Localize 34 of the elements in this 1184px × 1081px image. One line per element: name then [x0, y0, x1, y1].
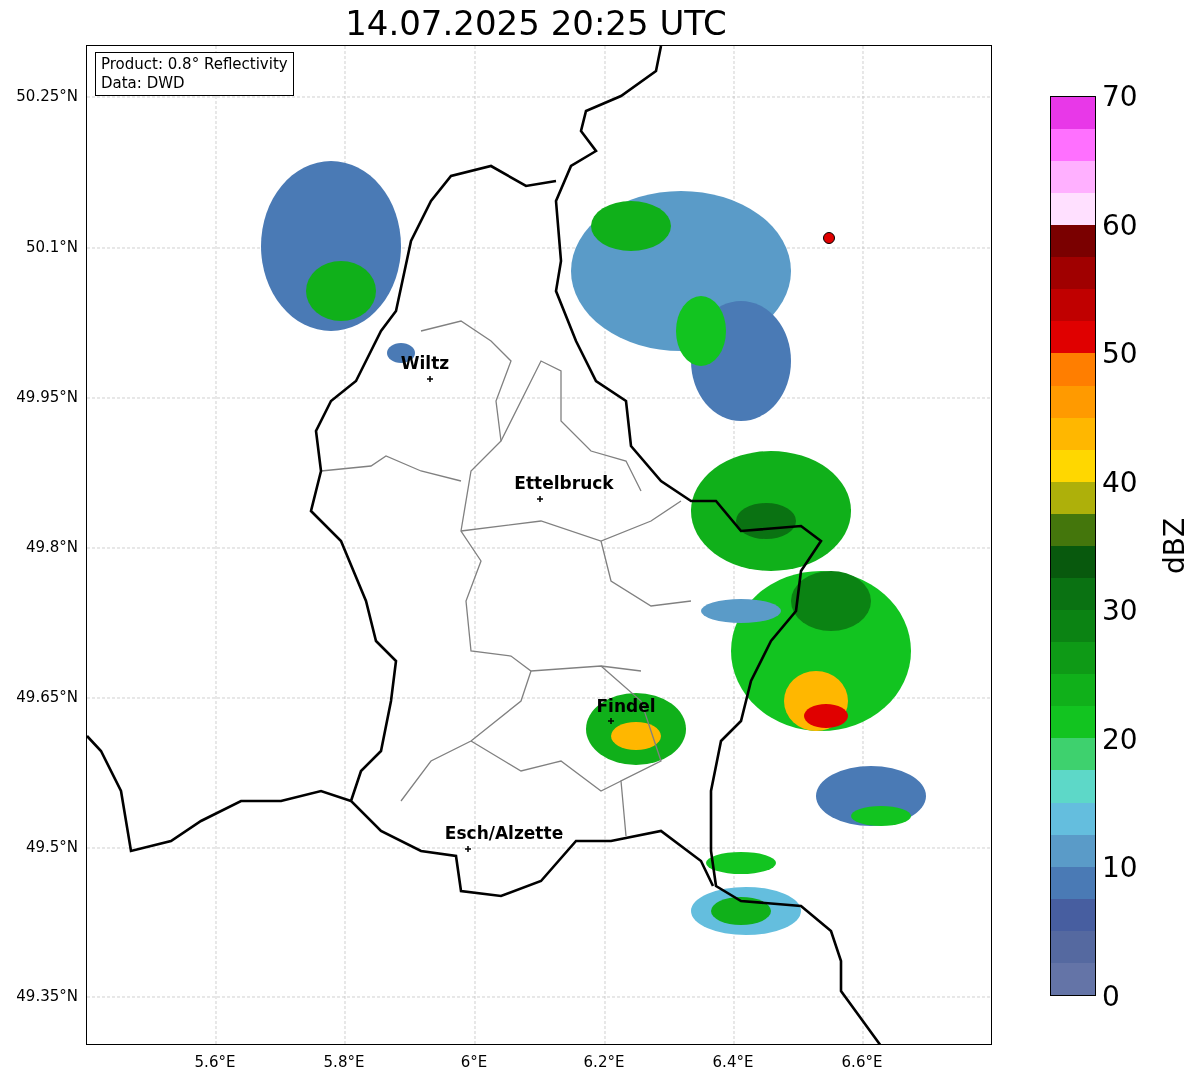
latitude-tick-label: 49.65°N — [16, 688, 78, 706]
longitude-tick-label: 5.8°E — [323, 1053, 365, 1071]
city-marker-icon — [426, 375, 434, 383]
longitude-tick-label: 6.2°E — [583, 1053, 625, 1071]
city-marker-icon — [607, 717, 615, 725]
color-scale-tick-label: 0 — [1102, 979, 1120, 1013]
city-marker-icon — [536, 495, 544, 503]
latitude-tick-label: 50.1°N — [25, 238, 78, 256]
longitude-tick-label: 6.4°E — [712, 1053, 754, 1071]
city-label: Findel — [596, 696, 656, 716]
city-label: Wiltz — [400, 353, 450, 373]
latitude-tick-label: 49.5°N — [25, 838, 78, 856]
info-line: Data: DWD — [101, 74, 186, 93]
latitude-tick-label: 50.25°N — [16, 87, 78, 105]
latitude-tick-label: 49.8°N — [25, 538, 78, 556]
city-marker-icon — [464, 845, 472, 853]
color-scale-tick-label: 50 — [1102, 336, 1138, 370]
color-scale-tick-label: 40 — [1102, 465, 1138, 499]
color-scale-tick-label: 10 — [1102, 850, 1138, 884]
longitude-tick-label: 6°E — [460, 1053, 488, 1071]
info-line: Product: 0.8° Reflectivity — [101, 55, 288, 74]
city-label: Esch/Alzette — [444, 823, 564, 843]
location-marker — [823, 232, 835, 244]
color-scale-tick-label: 20 — [1102, 722, 1138, 756]
color-scale-tick-label: 30 — [1102, 593, 1138, 627]
color-scale-tick-label: 60 — [1102, 208, 1138, 242]
chart-title: 14.07.2025 20:25 UTC — [344, 1, 728, 45]
longitude-tick-label: 5.6°E — [194, 1053, 236, 1071]
longitude-tick-label: 6.6°E — [841, 1053, 883, 1071]
color-scale-label: dBZ — [1157, 517, 1184, 575]
latitude-tick-label: 49.95°N — [16, 388, 78, 406]
latitude-tick-label: 49.35°N — [16, 987, 78, 1005]
city-label: Ettelbruck — [514, 473, 614, 493]
color-scale-tick-label: 70 — [1102, 79, 1138, 113]
